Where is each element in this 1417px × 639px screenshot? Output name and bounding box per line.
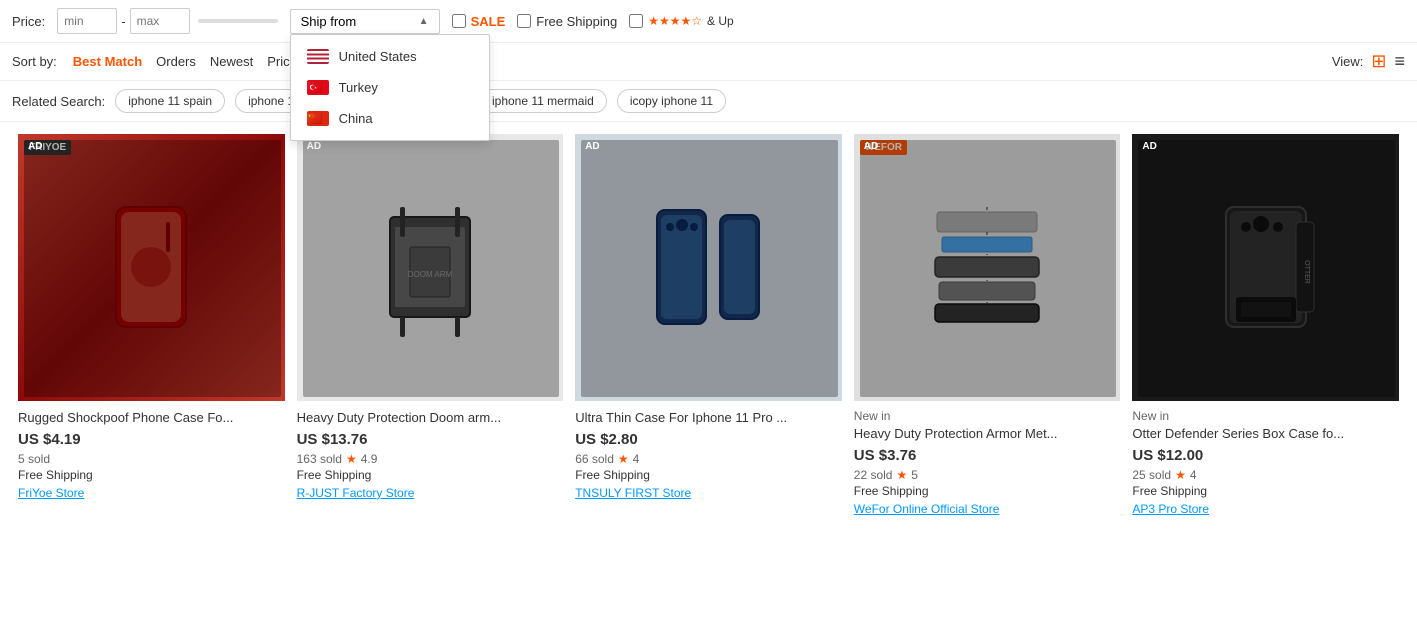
product-card-4[interactable]: WEFOR AD New in Heavy Duty Protection Ar… [848,134,1127,532]
flag-cn-icon: 🇨🇳 [307,111,329,126]
top-bar: Price: - Ship from ▲ United States 🇹🇷 Tu… [0,0,1417,43]
product-shipping-3: Free Shipping [575,468,842,482]
product-shipping-5: Free Shipping [1132,484,1399,498]
product-store-3[interactable]: TNSULY FIRST Store [575,486,842,500]
related-tag-3[interactable]: iphone 11 mermaid [479,89,607,113]
product-sold-2: 163 sold ★ 4.9 [297,452,564,466]
price-slider[interactable] [198,19,278,23]
product-title-5: Otter Defender Series Box Case fo... [1132,425,1399,443]
product-price-3: US $2.80 [575,431,842,448]
sort-orders[interactable]: Orders [156,54,196,69]
product-store-5[interactable]: AP3 Pro Store [1132,502,1399,516]
rating-star-5: ★ [1175,468,1186,482]
filter-checkboxes: SALE Free Shipping ★★★★☆ & Up [452,14,734,29]
view-list-icon[interactable]: ≡ [1394,51,1405,72]
sort-newest[interactable]: Newest [210,54,253,69]
view-controls: View: ⊞ ≡ [1332,51,1405,72]
free-shipping-label: Free Shipping [536,14,617,29]
product-image-5: OTTER AD [1132,134,1399,401]
product-ad-2: AD [303,140,560,397]
product-sold-4: 22 sold ★ 5 [854,468,1121,482]
and-up-label: & Up [707,14,734,28]
product-card-2[interactable]: DOOM ARM AD Heavy Duty Protection Doom a… [291,134,570,532]
view-label: View: [1332,54,1364,69]
product-shipping-4: Free Shipping [854,484,1121,498]
product-ad-1: AD [24,140,281,397]
product-title-3: Ultra Thin Case For Iphone 11 Pro ... [575,409,842,427]
price-label: Price: [12,14,45,29]
sort-label: Sort by: [12,54,57,69]
product-store-1[interactable]: FriYoe Store [18,486,285,500]
product-image-2: DOOM ARM AD [297,134,564,401]
flag-tr-icon: 🇹🇷 [307,80,329,95]
related-search-bar: Related Search: iphone 11 spain iphone 1… [0,81,1417,122]
product-card-3[interactable]: AD Ultra Thin Case For Iphone 11 Pro ...… [569,134,848,532]
price-min-input[interactable] [57,8,117,34]
product-image-1: FRIYOE AD [18,134,285,401]
sort-options: Best Match Orders Newest Price [73,54,297,69]
stars-checkbox[interactable] [629,14,643,28]
product-sold-3: 66 sold ★ 4 [575,452,842,466]
stars-icon: ★★★★☆ [648,14,702,28]
related-search-label: Related Search: [12,94,105,109]
price-inputs: - [57,8,277,34]
country-us[interactable]: United States [291,41,489,72]
product-shipping-2: Free Shipping [297,468,564,482]
ship-from-button[interactable]: Ship from ▲ [290,9,440,34]
product-card-5[interactable]: OTTER AD New in Otter Defender Series Bo… [1126,134,1405,532]
sort-best-match[interactable]: Best Match [73,54,142,69]
related-tag-4[interactable]: icopy iphone 11 [617,89,726,113]
product-price-4: US $3.76 [854,447,1121,464]
product-image-3: AD [575,134,842,401]
sort-bar: Sort by: Best Match Orders Newest Price … [0,43,1417,81]
product-ad-5: AD [1138,140,1395,397]
product-sold-1: 5 sold [18,452,285,466]
rating-star-4: ★ [896,468,907,482]
country-cn[interactable]: 🇨🇳 China [291,103,489,134]
ship-from-dropdown[interactable]: Ship from ▲ United States 🇹🇷 Turkey 🇨🇳 C… [290,9,440,34]
product-title-4: Heavy Duty Protection Armor Met... [854,425,1121,443]
product-store-2[interactable]: R-JUST Factory Store [297,486,564,500]
product-price-1: US $4.19 [18,431,285,448]
sale-filter[interactable]: SALE [452,14,506,29]
view-grid-icon[interactable]: ⊞ [1371,51,1386,72]
rating-star-2: ★ [346,452,357,466]
product-price-5: US $12.00 [1132,447,1399,464]
product-title-1: Rugged Shockpoof Phone Case Fo... [18,409,285,427]
stars-filter[interactable]: ★★★★☆ & Up [629,14,733,28]
sale-label: SALE [471,14,506,29]
sale-checkbox[interactable] [452,14,466,28]
country-tr[interactable]: 🇹🇷 Turkey [291,72,489,103]
product-image-4: WEFOR AD [854,134,1121,401]
ship-from-menu: United States 🇹🇷 Turkey 🇨🇳 China [290,34,490,141]
products-grid: FRIYOE AD Rugged Shockpoof Phone Case Fo… [0,122,1417,544]
product-title-2: Heavy Duty Protection Doom arm... [297,409,564,427]
rating-star-3: ★ [618,452,629,466]
arrow-up-icon: ▲ [419,16,429,27]
price-max-input[interactable] [130,8,190,34]
flag-us-icon [307,49,329,64]
product-store-4[interactable]: WeFor Online Official Store [854,502,1121,516]
product-ad-4: AD [860,140,1117,397]
free-shipping-filter[interactable]: Free Shipping [517,14,617,29]
product-ad-3: AD [581,140,838,397]
product-shipping-1: Free Shipping [18,468,285,482]
new-in-4: New in [854,409,1121,423]
product-price-2: US $13.76 [297,431,564,448]
related-tag-0[interactable]: iphone 11 spain [115,89,225,113]
product-card-1[interactable]: FRIYOE AD Rugged Shockpoof Phone Case Fo… [12,134,291,532]
product-sold-5: 25 sold ★ 4 [1132,468,1399,482]
free-shipping-checkbox[interactable] [517,14,531,28]
new-in-5: New in [1132,409,1399,423]
